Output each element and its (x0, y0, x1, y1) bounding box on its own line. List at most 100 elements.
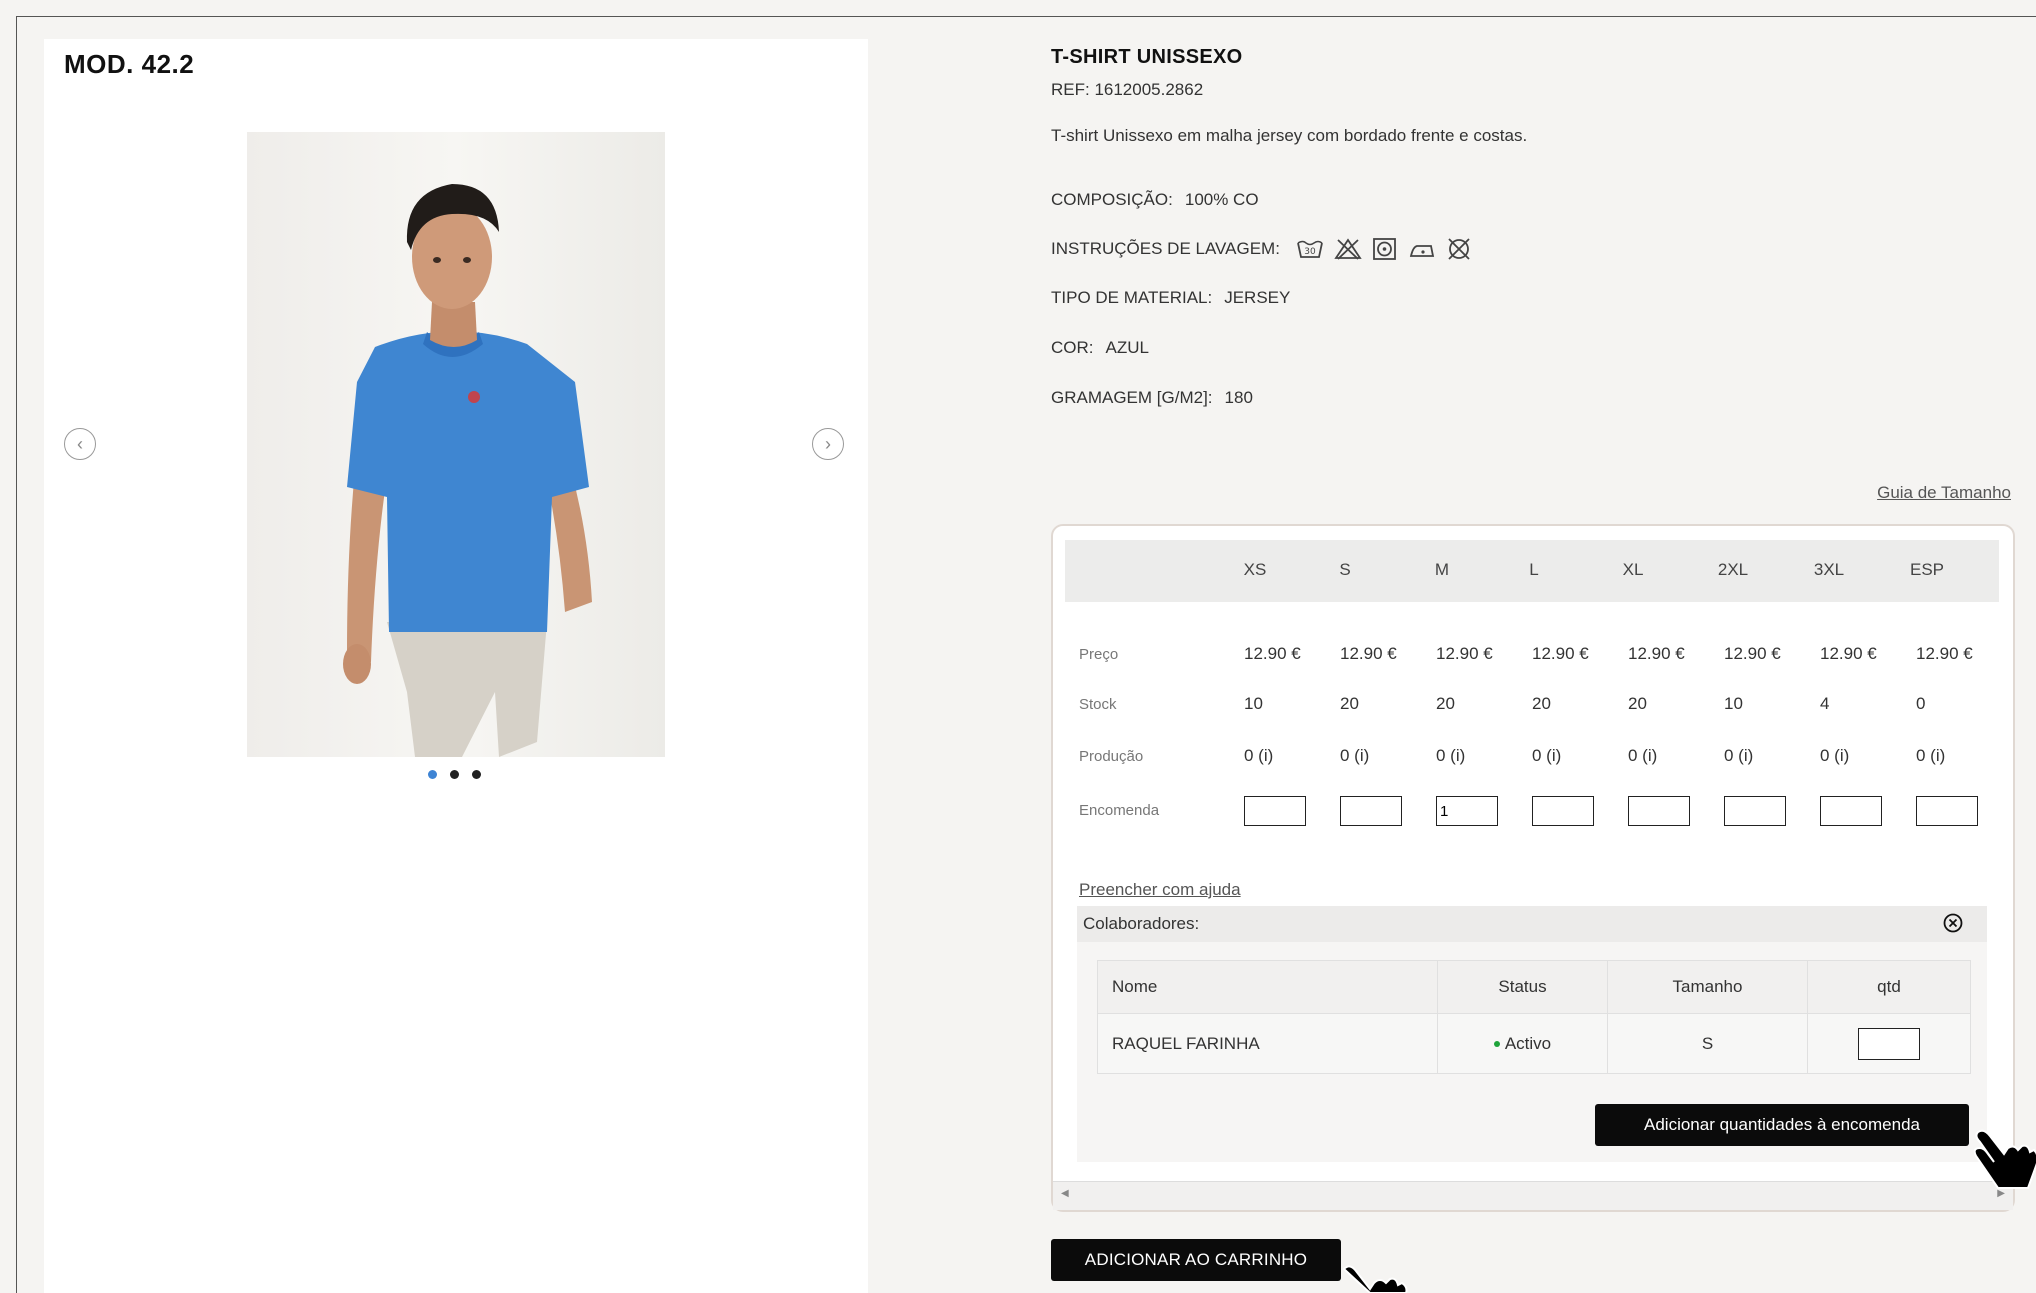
page-top-border (16, 16, 2036, 17)
collaborators-title: Colaboradores: (1083, 914, 1200, 933)
size-header: ESP (1909, 560, 1945, 579)
gallery-dot[interactable] (472, 770, 481, 779)
stock-cell: 10 (1724, 694, 1743, 713)
stock-cell: 20 (1628, 694, 1647, 713)
order-qty-input-3xl[interactable] (1820, 796, 1882, 826)
gallery-next-button[interactable]: › (812, 428, 844, 460)
fill-with-help-link[interactable]: Preencher com ajuda (1079, 880, 1241, 900)
price-cell: 12.90 € (1820, 644, 1877, 663)
production-cell[interactable]: 0 (i) (1436, 746, 1465, 766)
price-cell: 12.90 € (1244, 644, 1301, 663)
collaborator-size: S (1608, 1014, 1808, 1073)
order-qty-input-2xl[interactable] (1724, 796, 1786, 826)
horizontal-scrollbar[interactable]: ◀ ▶ (1053, 1181, 2013, 1210)
order-qty-input-m[interactable] (1436, 796, 1498, 826)
column-header-qty: qtd (1877, 977, 1901, 996)
attr-label: TIPO DE MATERIAL: (1051, 288, 1213, 307)
size-header: M (1434, 560, 1450, 579)
attr-weight: GRAMAGEM [G/M2]: 180 (1051, 388, 1253, 408)
production-cell[interactable]: 0 (i) (1244, 746, 1273, 766)
add-quantities-button[interactable]: Adicionar quantidades à encomenda (1595, 1104, 1969, 1146)
product-photo[interactable] (247, 132, 665, 757)
collaborator-status: Activo (1438, 1014, 1608, 1073)
order-qty-input-s[interactable] (1340, 796, 1402, 826)
production-cell[interactable]: 0 (i) (1340, 746, 1369, 766)
attr-composition: COMPOSIÇÃO: 100% CO (1051, 190, 1259, 210)
size-header-row: XS S M L XL 2XL 3XL ESP (1065, 540, 1999, 602)
collaborator-qty-cell (1808, 1014, 1970, 1073)
size-header: XL (1622, 560, 1644, 579)
stock-cell: 0 (1916, 694, 1926, 713)
attr-wash-instructions: INSTRUÇÕES DE LAVAGEM: 30 (1051, 237, 1472, 261)
product-description: T-shirt Unissexo em malha jersey com bor… (1051, 126, 1528, 145)
production-cell[interactable]: 0 (i) (1532, 746, 1561, 766)
table-row: RAQUEL FARINHA Activo S (1098, 1014, 1970, 1073)
product-ref: REF: 1612005.2862 (1051, 80, 1204, 99)
row-label-production: Produção (1079, 748, 1144, 765)
row-label-stock: Stock (1079, 696, 1117, 713)
size-header: 2XL (1717, 560, 1749, 579)
price-cell: 12.90 € (1532, 644, 1589, 663)
attr-label: GRAMAGEM [G/M2]: (1051, 388, 1213, 407)
attr-label: COR: (1051, 338, 1094, 357)
price-cell: 12.90 € (1916, 644, 1973, 663)
stock-cell: 4 (1820, 694, 1830, 713)
collaborator-name: RAQUEL FARINHA (1098, 1014, 1438, 1073)
status-dot-icon (1493, 1040, 1500, 1047)
wash-30-icon: 30 (1297, 240, 1323, 258)
close-icon[interactable] (1943, 913, 1963, 933)
no-dry-clean-icon (1448, 238, 1470, 260)
production-cell[interactable]: 0 (i) (1724, 746, 1753, 766)
gallery-dot[interactable] (450, 770, 459, 779)
size-header: 3XL (1813, 560, 1845, 579)
attr-value: JERSEY (1224, 288, 1291, 307)
product-gallery: MOD. 42.2 ‹ › (44, 39, 868, 1293)
row-label-price: Preço (1079, 646, 1119, 663)
gallery-dots (428, 770, 481, 779)
attr-value: AZUL (1105, 338, 1149, 357)
order-qty-input-esp[interactable] (1916, 796, 1978, 826)
tumble-dry-icon (1373, 238, 1396, 260)
attr-label: INSTRUÇÕES DE LAVAGEM: (1051, 239, 1280, 258)
iron-low-icon (1409, 245, 1435, 257)
hand-cursor-icon (1342, 1265, 1408, 1293)
row-label-order: Encomenda (1079, 802, 1160, 819)
production-cell[interactable]: 0 (i) (1916, 746, 1945, 766)
svg-text:30: 30 (1304, 247, 1316, 257)
add-to-cart-button[interactable]: ADICIONAR AO CARRINHO (1051, 1239, 1341, 1281)
chevron-right-icon: › (825, 433, 831, 454)
column-header-size: Tamanho (1608, 961, 1808, 1013)
model-title: MOD. 42.2 (64, 49, 195, 79)
production-cell[interactable]: 0 (i) (1820, 746, 1849, 766)
hand-cursor-icon (1973, 1129, 2036, 1189)
price-cell: 12.90 € (1724, 644, 1781, 663)
size-header: XS (1243, 560, 1267, 579)
size-guide-link[interactable]: Guia de Tamanho (1877, 483, 2011, 503)
collaborators-header: Colaboradores: (1077, 906, 1987, 942)
status-badge: Activo (1504, 1033, 1552, 1053)
price-cell: 12.90 € (1340, 644, 1397, 663)
scroll-left-icon[interactable]: ◀ (1061, 1188, 1069, 1199)
price-cell: 12.90 € (1628, 644, 1685, 663)
column-header-status: Status (1438, 961, 1608, 1013)
price-cell: 12.90 € (1436, 644, 1493, 663)
collaborator-qty-input[interactable] (1858, 1027, 1920, 1060)
order-panel: XS S M L XL 2XL 3XL ESP Preço Stock Prod… (1051, 524, 2015, 1212)
chevron-left-icon: ‹ (77, 433, 83, 454)
stock-cell: 20 (1340, 694, 1359, 713)
order-qty-input-xs[interactable] (1244, 796, 1306, 826)
column-header-name: Nome (1098, 961, 1438, 1013)
gallery-prev-button[interactable]: ‹ (64, 428, 96, 460)
stock-cell: 10 (1244, 694, 1263, 713)
attr-label: COMPOSIÇÃO: (1051, 190, 1173, 209)
order-qty-input-l[interactable] (1532, 796, 1594, 826)
size-header: S (1339, 560, 1351, 579)
gallery-dot[interactable] (428, 770, 437, 779)
order-qty-input-xl[interactable] (1628, 796, 1690, 826)
attr-material: TIPO DE MATERIAL: JERSEY (1051, 288, 1290, 308)
wash-icons: 30 (1296, 237, 1472, 261)
attr-value: 100% CO (1184, 190, 1259, 209)
attr-color: COR: AZUL (1051, 338, 1149, 358)
model-illustration (343, 184, 592, 757)
production-cell[interactable]: 0 (i) (1628, 746, 1657, 766)
